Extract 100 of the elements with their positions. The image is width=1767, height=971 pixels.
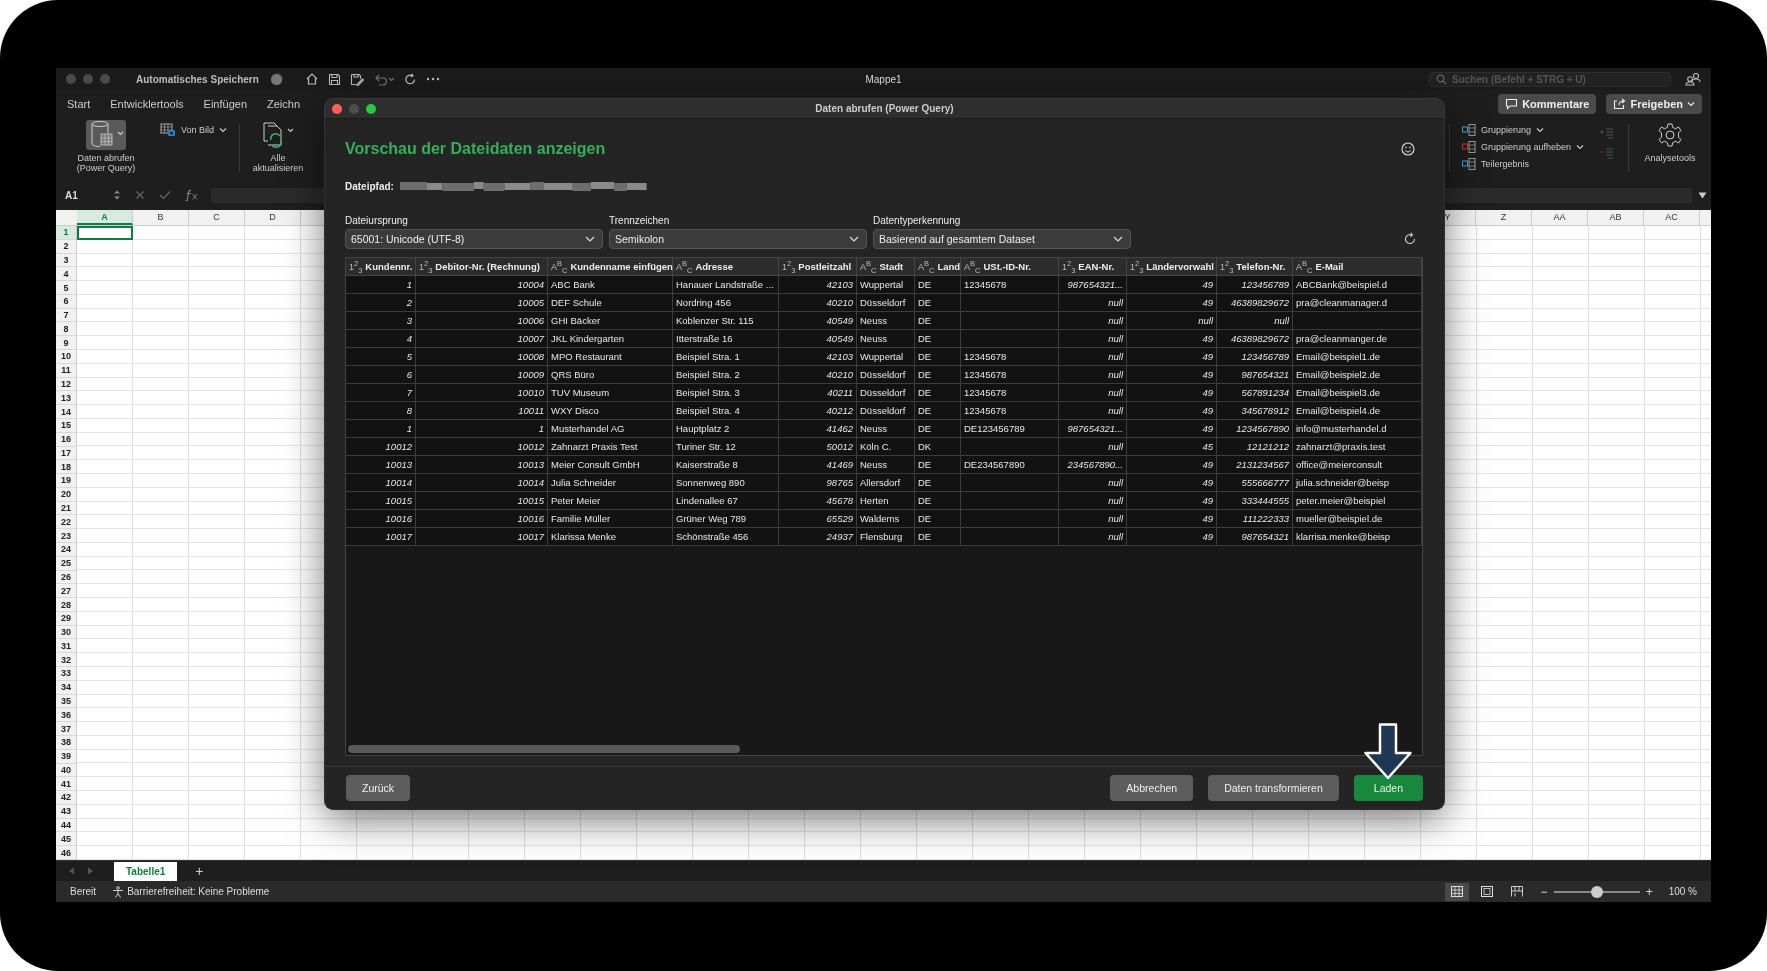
ribbon-command[interactable]: Teilergebnis: [1459, 156, 1586, 171]
close-icon[interactable]: [135, 190, 145, 200]
zoom-button[interactable]: [366, 103, 376, 114]
row-header[interactable]: 30: [56, 625, 76, 640]
name-box[interactable]: A1: [65, 189, 113, 201]
ribbon-tab[interactable]: Einfügen: [203, 98, 248, 110]
save-edit-icon[interactable]: [349, 72, 364, 86]
more-icon[interactable]: [425, 77, 440, 81]
row-header[interactable]: 25: [56, 556, 76, 571]
dropdown[interactable]: Basierend auf gesamtem Dataset: [873, 229, 1131, 249]
column-header[interactable]: AC: [1644, 210, 1700, 225]
dropdown[interactable]: 65001: Unicode (UTF-8): [345, 229, 603, 249]
column-header[interactable]: B: [133, 210, 189, 225]
share-button[interactable]: Freigeben: [1606, 94, 1702, 114]
row-header[interactable]: 22: [56, 515, 76, 530]
ribbon-command[interactable]: Gruppierung aufheben: [1459, 139, 1586, 154]
dialog-button[interactable]: Abbrechen: [1110, 775, 1194, 801]
column-header[interactable]: 1$^{2}$$_{3}$ Telefon-Nr.: [1217, 258, 1293, 276]
row-header[interactable]: 44: [56, 818, 76, 833]
row-header[interactable]: 24: [56, 543, 76, 557]
home-icon[interactable]: [304, 72, 319, 86]
column-header[interactable]: 1$^{2}$$_{3}$ EAN-Nr.: [1059, 258, 1127, 276]
row-header[interactable]: 35: [56, 694, 76, 709]
column-header[interactable]: A$^{B}$$_{C}$ Adresse: [673, 258, 779, 276]
row-header[interactable]: 4: [56, 267, 76, 282]
row-header[interactable]: 14: [56, 405, 76, 419]
autosave-toggle[interactable]: [270, 73, 283, 85]
ribbon-tab[interactable]: Entwicklertools: [110, 98, 184, 110]
row-header[interactable]: 41: [56, 777, 76, 792]
column-header[interactable]: A: [77, 210, 133, 225]
sheet-tab[interactable]: Tabelle1: [114, 861, 178, 881]
row-header[interactable]: 39: [56, 749, 76, 764]
row-header[interactable]: 5: [56, 281, 76, 295]
row-header[interactable]: 18: [56, 460, 76, 475]
ribbon-command[interactable]: Gruppierung: [1459, 122, 1586, 137]
column-header[interactable]: A$^{B}$$_{C}$ E-Mail: [1293, 258, 1422, 276]
row-header[interactable]: 26: [56, 570, 76, 585]
row-header[interactable]: 29: [56, 611, 76, 626]
row-header[interactable]: 31: [56, 639, 76, 654]
column-header[interactable]: 1$^{2}$$_{3}$ Debitor-Nr. (Rechnung): [416, 258, 548, 276]
get-data-button[interactable]: Daten abrufen (Power Query): [60, 118, 152, 175]
ribbon-tab[interactable]: Zeichn: [267, 98, 301, 110]
ribbon-tab[interactable]: Start: [67, 98, 91, 110]
column-header[interactable]: AB: [1588, 210, 1644, 225]
row-header[interactable]: 42: [56, 791, 76, 805]
stepper-icon[interactable]: [113, 189, 121, 201]
save-icon[interactable]: [327, 72, 341, 86]
analysis-tools-button[interactable]: Analysetools: [1639, 118, 1701, 165]
row-header[interactable]: 17: [56, 446, 76, 461]
refresh-all-button[interactable]: Alle aktualisieren: [250, 118, 307, 175]
row-header[interactable]: 9: [56, 336, 76, 351]
column-header[interactable]: A$^{B}$$_{C}$ USt.-ID-Nr.: [961, 258, 1059, 276]
from-picture-button[interactable]: Von Bild: [158, 122, 230, 138]
row-header[interactable]: 3: [56, 253, 76, 268]
column-header[interactable]: 1$^{2}$$_{3}$ Postleitzahl: [779, 258, 857, 276]
function-icon[interactable]: [185, 189, 199, 201]
row-header[interactable]: 27: [56, 584, 76, 599]
row-header[interactable]: 8: [56, 322, 76, 337]
column-header[interactable]: A$^{B}$$_{C}$ Stadt: [857, 258, 915, 276]
row-header[interactable]: 23: [56, 529, 76, 543]
row-header[interactable]: 45: [56, 832, 76, 847]
row-header[interactable]: 15: [56, 418, 76, 433]
zoom-out-button[interactable]: −: [1540, 884, 1548, 899]
column-header[interactable]: Z: [1476, 210, 1532, 225]
column-header[interactable]: AA: [1532, 210, 1588, 225]
row-header[interactable]: 34: [56, 680, 76, 695]
dialog-button[interactable]: Daten transformieren: [1208, 775, 1339, 801]
row-header[interactable]: 7: [56, 308, 76, 323]
row-header[interactable]: 38: [56, 735, 76, 750]
dropdown[interactable]: Semikolon: [609, 229, 867, 249]
row-header[interactable]: 28: [56, 598, 76, 612]
normal-view-icon[interactable]: [1444, 882, 1469, 901]
accessibility-status[interactable]: Barrierefreiheit: Keine Probleme: [127, 886, 270, 897]
back-button[interactable]: Zurück: [346, 775, 411, 801]
column-header[interactable]: 1$^{2}$$_{3}$ Kundennr.: [346, 258, 416, 276]
row-header[interactable]: 16: [56, 432, 76, 447]
row-header[interactable]: 10: [56, 350, 76, 364]
redo-icon[interactable]: [403, 72, 417, 86]
check-icon[interactable]: [159, 190, 171, 200]
row-header[interactable]: 1: [56, 226, 76, 240]
row-header[interactable]: 12: [56, 377, 76, 392]
smiley-icon[interactable]: [1401, 142, 1415, 156]
people-icon[interactable]: [1685, 72, 1701, 86]
row-header[interactable]: 33: [56, 667, 76, 681]
row-header[interactable]: 13: [56, 391, 76, 406]
add-sheet-button[interactable]: +: [195, 863, 204, 879]
close-button[interactable]: [332, 103, 342, 114]
column-header[interactable]: C: [189, 210, 245, 225]
row-header[interactable]: 6: [56, 294, 76, 309]
column-header[interactable]: D: [245, 210, 301, 225]
row-header[interactable]: 21: [56, 501, 76, 516]
row-header[interactable]: 43: [56, 804, 76, 819]
column-header[interactable]: A$^{B}$$_{C}$ Kundenname einfügen: [548, 258, 673, 276]
zoom-in-button[interactable]: +: [1645, 884, 1653, 899]
row-header[interactable]: 36: [56, 708, 76, 723]
row-header[interactable]: 19: [56, 474, 76, 488]
comments-button[interactable]: Kommentare: [1498, 94, 1597, 114]
column-header[interactable]: A$^{B}$$_{C}$ Land: [915, 258, 961, 276]
slider-thumb[interactable]: [1590, 885, 1603, 898]
row-header[interactable]: 2: [56, 239, 76, 254]
